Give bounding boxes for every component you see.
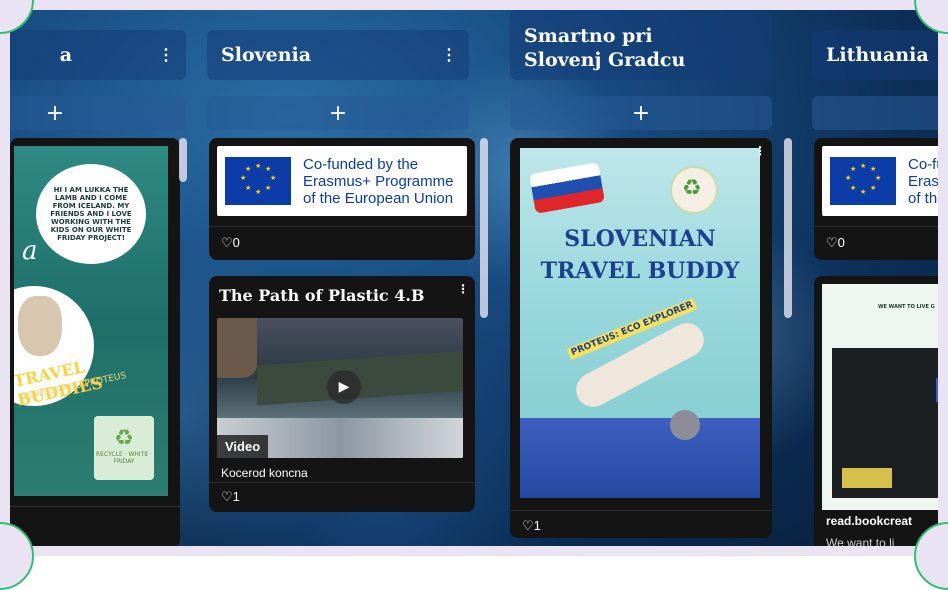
travel-buddies-poster: HI I AM LUKKA THE LAMB AND I COME FROM I… <box>14 146 168 496</box>
play-icon[interactable]: ▶ <box>327 370 361 404</box>
column-title[interactable]: Slovenia ⋮ <box>207 30 469 80</box>
eu-cofunded-logo: ★★★ ★★★ ★★ Co-fun Erasm of the <box>822 146 938 216</box>
post-caption: Kocerod koncna <box>221 466 308 480</box>
plus-icon: + <box>45 100 65 126</box>
eu-text-line: Co-fun <box>908 155 938 173</box>
recycle-icon: ♻ <box>114 426 134 451</box>
post-card[interactable]: HI I AM LUKKA THE LAMB AND I COME FROM I… <box>10 138 180 546</box>
heart-icon: ♡ <box>826 235 838 250</box>
eu-text: Co-funded by the Erasmus+ Programme of t… <box>303 156 453 207</box>
card-divider <box>510 510 772 511</box>
post-title: The Path of Plastic 4.B <box>219 286 425 305</box>
column-title[interactable]: Lithuania <box>812 30 938 80</box>
table-image <box>842 468 892 488</box>
plus-icon: + <box>328 100 348 126</box>
slovenian-travel-buddy-poster: ♻ SLOVENIAN TRAVEL BUDDY PROTEUS: ECO EX… <box>520 148 760 498</box>
like-count: 0 <box>837 235 845 250</box>
speech-bubble: HI I AM LUKKA THE LAMB AND I COME FROM I… <box>36 164 146 264</box>
poster-letter: a <box>22 236 38 266</box>
post-card-link[interactable]: WE WANT TO LIVE G read.bookcreat We want… <box>814 276 938 546</box>
card-divider <box>209 482 475 483</box>
column-menu-icon[interactable]: ⋮ <box>441 43 457 67</box>
add-post-button[interactable]: + <box>207 96 469 130</box>
video-badge: Video <box>217 435 269 458</box>
slovenia-map-flag <box>529 162 605 214</box>
like-counter[interactable]: ♡0 <box>826 235 845 251</box>
recycle-logo: ♻ RECYCLE · WHITE · FRIDAY <box>94 416 154 480</box>
column-scrollbar-left[interactable] <box>179 138 187 182</box>
recycle-logo: ♻ <box>670 166 718 214</box>
like-counter[interactable]: ♡1 <box>522 518 541 534</box>
add-post-button[interactable]: + <box>10 96 186 130</box>
recycle-label: RECYCLE · WHITE · FRIDAY <box>96 451 152 465</box>
eu-text-line: of the <box>908 189 938 207</box>
eu-text-line: of the European Union <box>303 189 454 207</box>
heart-icon: ♡ <box>522 518 534 533</box>
column-scrollbar-right[interactable] <box>784 138 792 318</box>
post-card-eu[interactable]: ⋮ ★ ★ ★ ★ ★ ★ ★ ★ Co-funded by the Erasmus+ P… <box>209 138 475 260</box>
card-divider <box>10 506 180 507</box>
post-menu-icon[interactable]: ⋮ <box>754 144 766 158</box>
column-title[interactable]: Smartno pri Slovenj Gradcu <box>510 10 772 80</box>
plus-icon: + <box>631 100 651 126</box>
eu-text-line: Co-funded by the <box>303 155 419 173</box>
eu-text-line: Erasmus+ Programme <box>303 172 454 190</box>
eu-flag-icon: ★ ★ ★ ★ ★ ★ ★ ★ <box>225 157 291 205</box>
like-counter[interactable]: ♡0 <box>221 235 240 251</box>
like-count: 0 <box>232 235 240 250</box>
column-title-text: a <box>59 44 72 66</box>
classroom-photo <box>832 348 938 498</box>
post-card-video[interactable]: ⋮ The Path of Plastic 4.B ▶ Video Kocero… <box>209 276 475 512</box>
video-thumbnail[interactable]: ▶ Video <box>217 318 463 458</box>
toy-figure <box>670 410 700 440</box>
post-card-eu[interactable]: ★★★ ★★★ ★★ Co-fun Erasm of the ♡0 <box>814 138 938 260</box>
column-title[interactable]: a ⋮ <box>10 30 186 80</box>
heart-icon: ♡ <box>221 489 233 504</box>
post-menu-icon[interactable]: ⋮ <box>457 144 469 158</box>
post-card-poster[interactable]: ⋮ ♻ SLOVENIAN TRAVEL BUDDY PROTEUS: ECO … <box>510 138 772 538</box>
card-divider <box>209 226 475 227</box>
add-post-button[interactable]: + <box>812 96 938 130</box>
container-image <box>257 350 463 406</box>
coral-illustration <box>520 418 760 498</box>
child-photo <box>217 318 257 378</box>
eu-text: Co-fun Erasm of the <box>908 156 938 207</box>
column-title-text: Slovenia <box>221 44 312 66</box>
screen-image <box>936 378 938 402</box>
link-url[interactable]: read.bookcreat <box>826 514 912 528</box>
like-count: 1 <box>232 489 240 504</box>
eu-text-line: Erasm <box>908 172 938 190</box>
heart-icon: ♡ <box>221 235 233 250</box>
column-scrollbar[interactable] <box>480 138 488 318</box>
post-menu-icon[interactable]: ⋮ <box>457 282 469 296</box>
add-post-button[interactable]: + <box>510 96 772 130</box>
eu-cofunded-logo: ★ ★ ★ ★ ★ ★ ★ ★ Co-funded by the Erasmus+ Pro… <box>217 146 467 216</box>
link-preview-image: WE WANT TO LIVE G <box>822 284 938 510</box>
column-title-text: Smartno pri Slovenj Gradcu <box>524 25 686 71</box>
card-divider <box>814 226 938 227</box>
like-count: 1 <box>533 518 541 533</box>
eu-flag-icon: ★ ★ ★ ★ ★ ★ ★ ★ <box>830 157 896 205</box>
column-title-text: Lithuania <box>826 44 929 66</box>
column-menu-icon[interactable]: ⋮ <box>158 43 174 67</box>
poster-title-line: SLOVENIAN <box>564 226 716 252</box>
lamb-toy-image <box>18 296 62 356</box>
padlet-board[interactable]: a ⋮ + HI I AM LUKKA THE LAMB AND I COME … <box>10 10 938 546</box>
recycle-icon: ♻ <box>682 176 702 201</box>
post-caption: We want to li <box>826 536 895 546</box>
poster-title-line: TRAVEL BUDDY <box>540 258 740 284</box>
like-counter[interactable]: ♡1 <box>221 489 240 505</box>
preview-heading: WE WANT TO LIVE G <box>878 304 935 310</box>
